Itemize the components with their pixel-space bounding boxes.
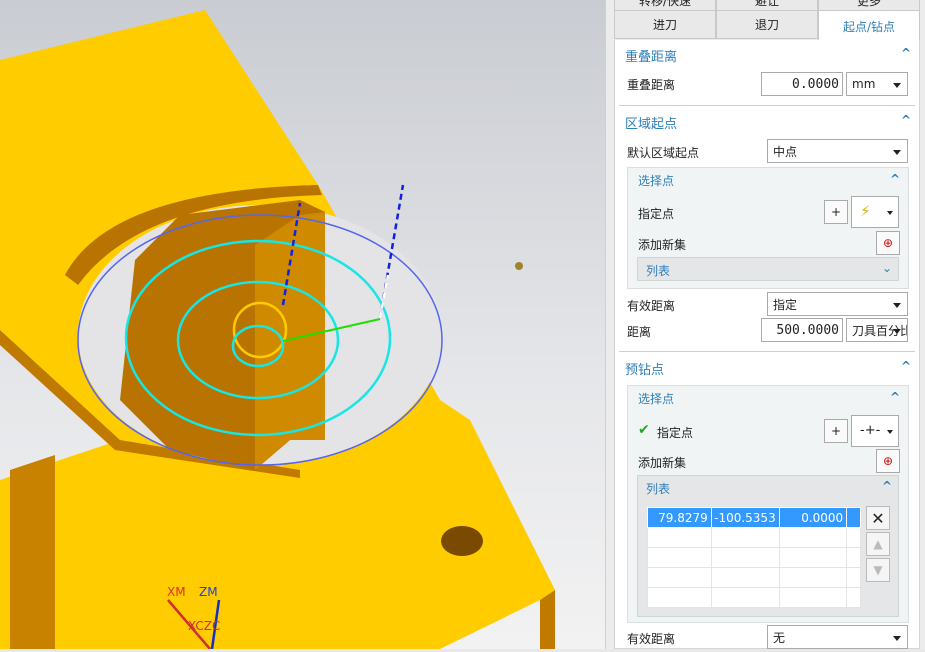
table-cell [647, 527, 712, 548]
points-table: 79.8279 -100.5353 0.0000 [647, 507, 861, 608]
table-cell [778, 527, 848, 548]
distance-unit-select[interactable]: 刀具百分比 [846, 318, 908, 342]
table-cell [647, 547, 712, 568]
point-type-dropdown[interactable]: -+- [851, 415, 899, 447]
table-cell [647, 587, 712, 608]
axis-label-zm: ZM [199, 585, 218, 599]
crosshair-icon: -+- [860, 423, 881, 438]
tab-engage[interactable]: 进刀 [614, 10, 716, 39]
collapse-icon[interactable]: ^ [901, 359, 911, 373]
collapse-icon[interactable]: ^ [901, 46, 911, 60]
table-cell [846, 547, 861, 568]
table-cell [778, 587, 848, 608]
collapse-icon[interactable]: ^ [901, 113, 911, 127]
lightning-icon: ⚡ [860, 202, 871, 220]
point-dialog-icon[interactable]: + [824, 200, 848, 224]
table-cell [710, 547, 780, 568]
table-cell [846, 527, 861, 548]
section-overlap-title[interactable]: 重叠距离 [625, 46, 677, 65]
add-new-set-label: 添加新集 [638, 456, 687, 470]
non-cutting-moves-panel: 转移/快速 避让 更多 进刀 退刀 起点/钻点 重叠距离 ^ 重叠距离 0.00… [605, 0, 925, 649]
overlap-unit-select[interactable]: mm [846, 72, 908, 96]
table-cell: -100.5353 [710, 507, 780, 528]
predrill-valid-distance-select[interactable]: 无 [767, 625, 908, 649]
table-cell: 0.0000 [778, 507, 848, 528]
collapse-icon[interactable]: ^ [890, 172, 900, 186]
table-cell [710, 567, 780, 588]
select-point-title[interactable]: 选择点 [638, 172, 674, 189]
lower-block-right-side [540, 590, 555, 649]
divider [619, 351, 915, 352]
points-list: 列表 ^ 79.8279 -100.5353 0.0000 ✕ ▲ ▼ [637, 475, 899, 617]
list-collapsed[interactable]: 列表 ⌄ [637, 257, 899, 281]
table-cell [710, 587, 780, 608]
divider [619, 105, 915, 106]
default-region-start-label: 默认区域起点 [627, 146, 700, 160]
valid-distance-label: 有效距离 [627, 299, 676, 313]
table-cell [846, 567, 861, 588]
move-up-button[interactable]: ▲ [866, 532, 890, 556]
select-point-title[interactable]: 选择点 [638, 390, 674, 407]
table-row[interactable] [647, 587, 861, 608]
collapse-icon[interactable]: ^ [882, 479, 892, 493]
tab-start-drill-points[interactable]: 起点/钻点 [818, 10, 920, 41]
hole [441, 526, 483, 556]
table-cell [778, 547, 848, 568]
table-cell [846, 587, 861, 608]
table-cell: 79.8279 [647, 507, 712, 528]
tab-row-2: 进刀 退刀 起点/钻点 [614, 10, 920, 41]
overlap-distance-input[interactable]: 0.0000 [761, 72, 843, 96]
collapse-icon[interactable]: ^ [890, 390, 900, 404]
distance-label: 距离 [627, 325, 652, 339]
section-predrill-title[interactable]: 预钻点 [625, 359, 664, 378]
specify-point-label: 指定点 [638, 207, 675, 221]
add-new-set-button[interactable]: ⊕ [876, 449, 900, 473]
part-model [0, 10, 555, 650]
graphics-viewport[interactable]: XM ZM XCZC [0, 0, 605, 650]
add-new-set-label: 添加新集 [638, 238, 687, 252]
tab-content: 重叠距离 ^ 重叠距离 0.0000 mm 区域起点 ^ 默认区域起点 中点 选… [614, 40, 920, 649]
table-cell [647, 567, 712, 588]
predrill-select-point-group: 选择点 ^ ✔ 指定点 + -+- 添加新集 ⊕ 列表 ^ 79.8279 -10… [627, 385, 909, 623]
valid-distance-select[interactable]: 指定 [767, 292, 908, 316]
section-region-start-title[interactable]: 区域起点 [625, 113, 677, 132]
point-dialog-icon[interactable]: + [824, 419, 848, 443]
lower-block-side [10, 455, 55, 649]
check-icon: ✔ [638, 422, 650, 438]
add-new-set-button[interactable]: ⊕ [876, 231, 900, 255]
table-row[interactable]: 79.8279 -100.5353 0.0000 [647, 507, 861, 528]
table-cell [846, 507, 861, 528]
axis-label-xm: XM [167, 585, 186, 599]
table-row[interactable] [647, 527, 861, 548]
overlap-label: 重叠距离 [627, 78, 676, 92]
tab-retract[interactable]: 退刀 [716, 10, 818, 39]
list-label: 列表 [646, 482, 671, 496]
move-down-button[interactable]: ▼ [866, 558, 890, 582]
delete-button[interactable]: ✕ [866, 506, 890, 530]
axis-label-xczc: XCZC [188, 619, 221, 633]
table-row[interactable] [647, 567, 861, 588]
point-sphere[interactable] [515, 262, 523, 270]
specify-point-label: 指定点 [657, 426, 694, 440]
list-label: 列表 [646, 264, 671, 278]
select-point-group: 选择点 ^ 指定点 + ⚡ 添加新集 ⊕ 列表 ⌄ [627, 167, 909, 289]
distance-input[interactable]: 500.0000 [761, 318, 843, 342]
chevron-down-icon: ⌄ [881, 261, 892, 275]
table-cell [778, 567, 848, 588]
table-row[interactable] [647, 547, 861, 568]
inferred-point-dropdown[interactable]: ⚡ [851, 196, 899, 228]
table-cell [710, 527, 780, 548]
valid-distance-label: 有效距离 [627, 632, 676, 646]
default-region-start-select[interactable]: 中点 [767, 139, 908, 163]
